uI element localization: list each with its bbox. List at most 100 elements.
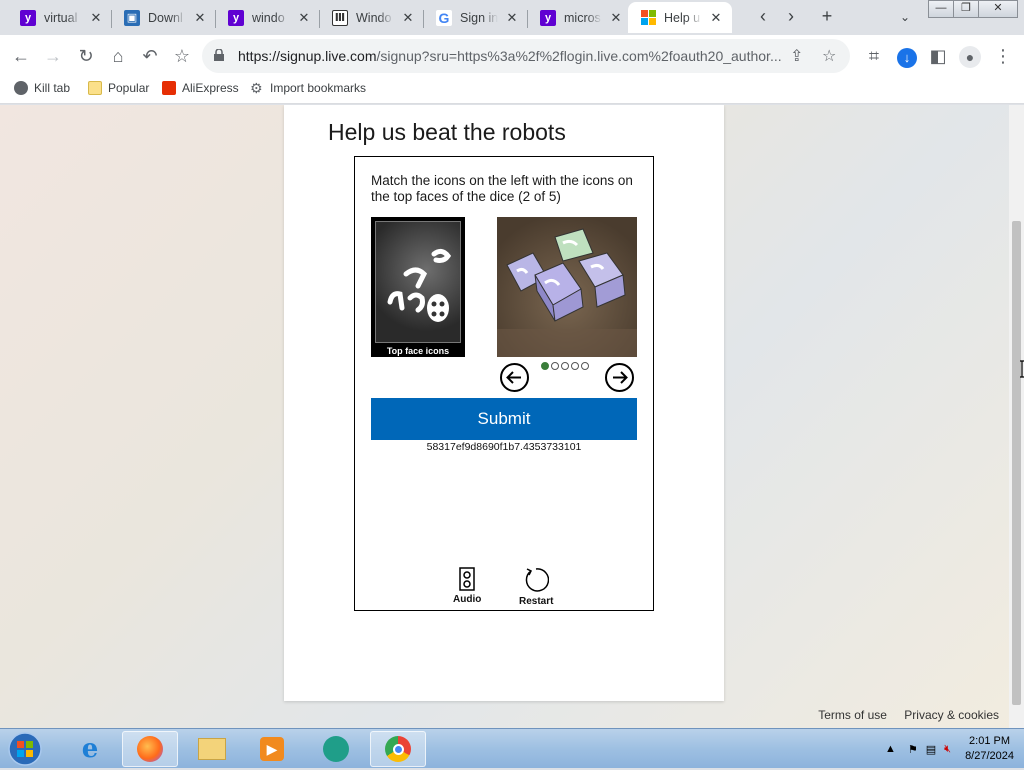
meet-app-icon[interactable] — [308, 731, 364, 767]
new-tab-button[interactable]: + — [816, 6, 838, 27]
tab-sign-in[interactable]: G Sign in ✕ — [424, 2, 528, 33]
forward-icon[interactable]: → — [40, 43, 66, 69]
yahoo-icon: y — [228, 9, 244, 26]
tab-title: Windo — [356, 10, 392, 25]
bookmark-popular[interactable]: Popular — [88, 81, 149, 95]
reload-icon[interactable]: ↻ — [73, 43, 99, 69]
folder-icon — [88, 81, 102, 95]
arrow-right-icon — [613, 371, 628, 384]
carousel-dot — [551, 362, 559, 370]
profile-icon[interactable]: ● — [957, 43, 983, 69]
tab-scroll-right-icon[interactable]: › — [780, 6, 802, 27]
museum-icon: Ⅲ — [332, 9, 348, 26]
bookmark-label: Popular — [108, 81, 150, 95]
clock[interactable]: 2:01 PM 8/27/2024 — [965, 734, 1014, 764]
bookmark-kill-tab[interactable]: Kill tab — [14, 81, 70, 95]
carousel-indicator — [541, 362, 589, 372]
gear-icon: ⚙ — [250, 80, 263, 96]
media-player-icon[interactable]: ▶ — [244, 731, 300, 767]
top-face-icons-image: Top face icons — [371, 217, 465, 357]
restart-icon — [525, 568, 550, 592]
page-title: Help us beat the robots — [328, 119, 566, 145]
restore-button[interactable]: ❐ — [953, 0, 979, 18]
arrow-left-icon — [506, 371, 521, 384]
browser-toolbar: ← → ↻ ⌂ ↶ ☆ https://signup.live.com/sign… — [0, 35, 1024, 76]
home-icon[interactable]: ⌂ — [105, 43, 131, 69]
tab-micros[interactable]: y micros ✕ — [528, 2, 632, 33]
start-button[interactable] — [2, 731, 48, 767]
aliexpress-icon — [162, 81, 176, 95]
carousel-dot — [541, 362, 549, 370]
side-panel-icon[interactable]: ◧ — [925, 43, 951, 69]
file-explorer-icon[interactable] — [184, 731, 240, 767]
tab-scroll-left-icon[interactable]: ‹ — [752, 6, 774, 27]
carousel-dot — [581, 362, 589, 370]
tab-search-chevron-icon[interactable]: ⌄ — [894, 10, 916, 24]
previous-image-button[interactable] — [500, 363, 529, 392]
audio-button[interactable]: Audio — [453, 567, 481, 605]
yahoo-icon: y — [20, 9, 36, 26]
back-icon[interactable]: ← — [8, 43, 34, 69]
footer-links: Terms of use Privacy & cookies — [804, 708, 999, 722]
terms-link[interactable]: Terms of use — [818, 708, 887, 722]
clock-time: 2:01 PM — [969, 735, 1011, 747]
audio-label: Audio — [453, 594, 482, 605]
tab-title: Help u — [664, 10, 701, 25]
tab-help-us[interactable]: Help u ✕ — [628, 2, 732, 33]
tray-expand-icon[interactable]: ▲ — [885, 743, 896, 755]
undo-icon[interactable]: ↶ — [137, 43, 163, 69]
tab-title: Downl — [148, 10, 183, 25]
page-scrollbar[interactable] — [1009, 105, 1024, 728]
bookmark-label: Import bookmarks — [270, 81, 367, 95]
bookmark-aliexpress[interactable]: AliExpress — [162, 81, 239, 95]
chrome-icon[interactable] — [370, 731, 426, 767]
volume-muted-icon[interactable]: 🔇︎ — [944, 743, 951, 756]
crop-icon[interactable]: ⌗ — [861, 43, 887, 69]
menu-icon[interactable]: ⋮ — [990, 43, 1016, 69]
minimize-button[interactable]: — — [928, 0, 954, 18]
captcha-frame: Match the icons on the left with the ico… — [354, 156, 654, 611]
system-tray: ▲ ⚑ ▤ 🔇︎ 2:01 PM 8/27/2024 — [885, 731, 1018, 767]
bookmark-label: Kill tab — [34, 81, 71, 95]
next-image-button[interactable] — [605, 363, 634, 392]
close-icon[interactable]: ✕ — [504, 10, 520, 26]
internet-explorer-icon[interactable]: e — [62, 731, 118, 767]
tab-title: micros — [564, 10, 601, 25]
close-window-button[interactable]: ✕ — [978, 0, 1018, 18]
tab-virtual[interactable]: y virtual ✕ — [8, 2, 112, 33]
tab-title: virtual — [44, 10, 78, 25]
dice-image — [497, 217, 637, 357]
submit-button[interactable]: Submit — [371, 398, 637, 440]
close-icon[interactable]: ✕ — [192, 10, 208, 26]
privacy-link[interactable]: Privacy & cookies — [904, 708, 999, 722]
tab-windo[interactable]: y windo ✕ — [216, 2, 320, 33]
restart-button[interactable]: Restart — [519, 567, 553, 607]
lock-icon — [214, 49, 224, 61]
close-icon[interactable]: ✕ — [88, 10, 104, 26]
tab-title: windo — [252, 10, 285, 25]
firefox-icon[interactable] — [122, 731, 178, 767]
close-icon[interactable]: ✕ — [296, 10, 312, 26]
url-text[interactable]: https://signup.live.com/signup?sru=https… — [238, 48, 788, 64]
close-icon[interactable]: ✕ — [608, 10, 624, 26]
page-viewport: Help us beat the robots Match the icons … — [0, 105, 1024, 728]
scrollbar-thumb[interactable] — [1012, 221, 1021, 705]
windows-start-icon — [8, 732, 42, 766]
address-bar[interactable]: https://signup.live.com/signup?sru=https… — [202, 39, 850, 73]
share-icon[interactable]: ⇪ — [790, 46, 803, 66]
download-icon[interactable]: ↓ — [894, 43, 920, 69]
bookmark-label: AliExpress — [182, 81, 239, 95]
globe-icon — [14, 81, 28, 95]
taskbar: e ▶ ▲ ⚑ ▤ 🔇︎ 2:01 PM 8/27/2024 — [0, 728, 1024, 768]
flag-icon[interactable]: ⚑ — [908, 743, 918, 756]
close-icon[interactable]: ✕ — [708, 10, 724, 26]
close-icon[interactable]: ✕ — [400, 10, 416, 26]
clock-date: 8/27/2024 — [965, 750, 1014, 762]
star-icon[interactable]: ☆ — [169, 43, 195, 69]
tab-windows[interactable]: Ⅲ Windo ✕ — [320, 2, 424, 33]
bookmark-star-icon[interactable]: ☆ — [822, 46, 836, 66]
network-icon[interactable]: ▤ — [926, 743, 936, 756]
bookmark-import[interactable]: ⚙ Import bookmarks — [250, 81, 366, 95]
tab-download[interactable]: ▣ Downl ✕ — [112, 2, 216, 33]
image-caption: Top face icons — [386, 346, 450, 356]
